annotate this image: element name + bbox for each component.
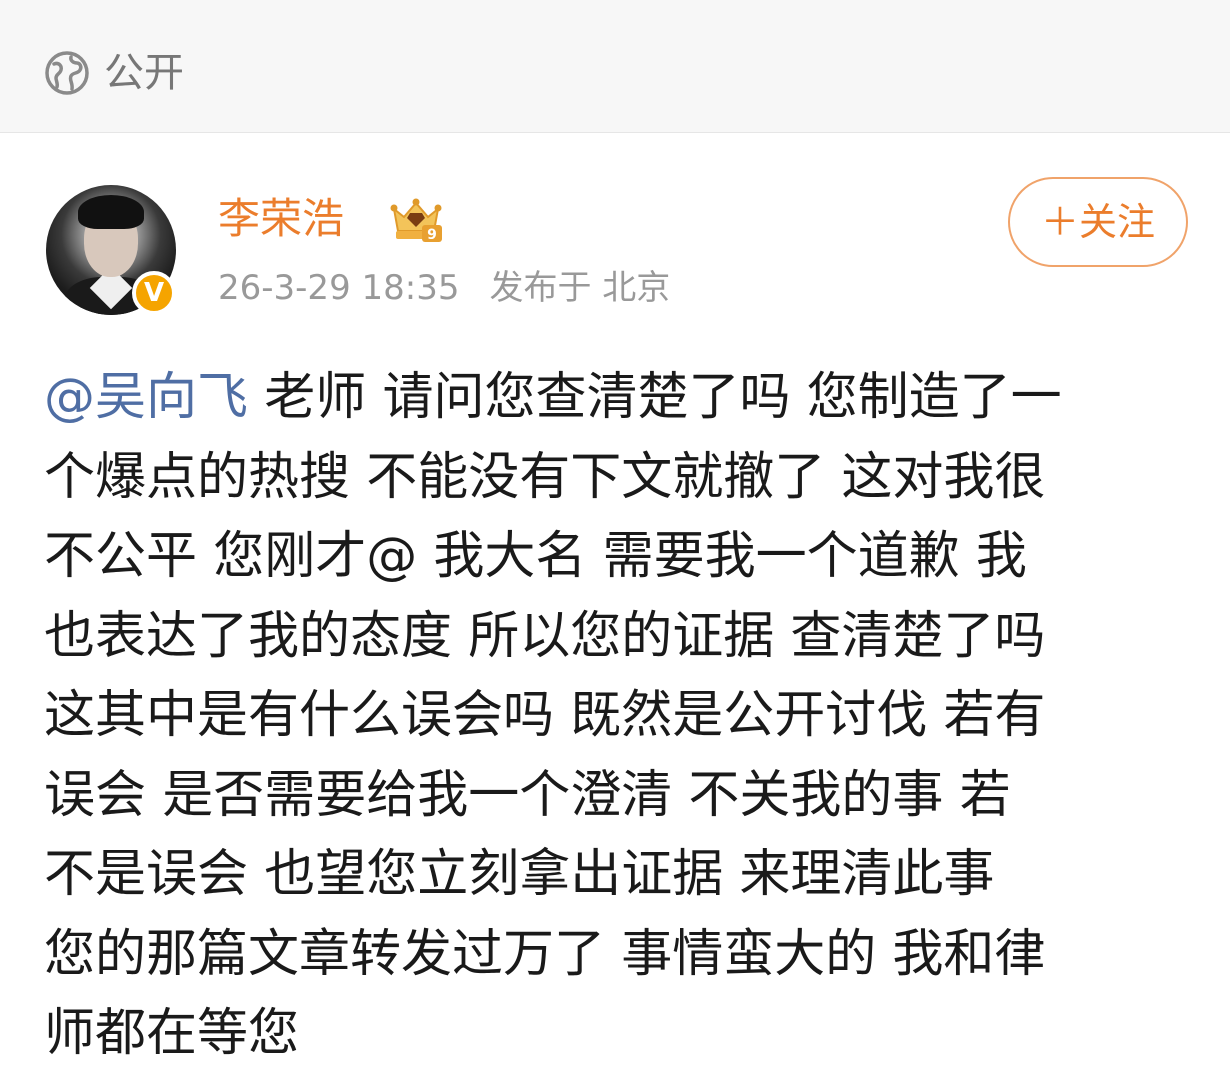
post-text: @吴向飞 老师 请问您查清楚了吗 您制造了一 个爆点的热搜 不能没有下文就撤了 … [44, 358, 1194, 1074]
visibility-label: 公开 [104, 50, 184, 96]
post-timestamp: 26-3-29 18:35 [218, 268, 460, 308]
post-text-line: 师都在等您 [44, 1004, 300, 1063]
post-location: 发布于 北京 [489, 268, 671, 308]
visibility-bar: 公开 [0, 0, 1230, 133]
globe-icon [45, 51, 89, 95]
post-meta: 26-3-29 18:35 发布于 北京 [218, 265, 670, 311]
post-text-line: 您的那篇文章转发过万了 事情蛮大的 我和律 [44, 924, 1046, 984]
post-text-line: 误会 是否需要给我一个澄清 不关我的事 若 [44, 765, 1011, 825]
post-text-line: 不公平 您刚才@ 我大名 需要我一个道歉 我 [44, 527, 1027, 586]
post-card: V 李荣浩 9 26-3-29 18:35 发布于 北京 ＋关注 @吴向飞 老师 … [0, 133, 1230, 1080]
post-text-line: 这其中是有什么误会吗 既然是公开讨伐 若有 [44, 686, 1046, 745]
follow-button[interactable]: ＋关注 [1008, 177, 1188, 267]
verified-v-icon: V [132, 271, 176, 315]
mention-link[interactable]: @吴向飞 [44, 368, 248, 427]
post-text-line: 个爆点的热搜 不能没有下文就撤了 这对我很 [44, 447, 1046, 507]
post-text-line: 也表达了我的态度 所以您的证据 查清楚了吗 [44, 606, 1046, 666]
post-text-line: @吴向飞 老师 请问您查清楚了吗 您制造了一 [44, 368, 1062, 427]
post-text-line: 不是误会 也望您立刻拿出证据 来理清此事 [44, 845, 995, 904]
crown-member-icon: 9 [390, 198, 442, 243]
member-level: 9 [427, 227, 437, 243]
author-name[interactable]: 李荣浩 [218, 191, 344, 247]
